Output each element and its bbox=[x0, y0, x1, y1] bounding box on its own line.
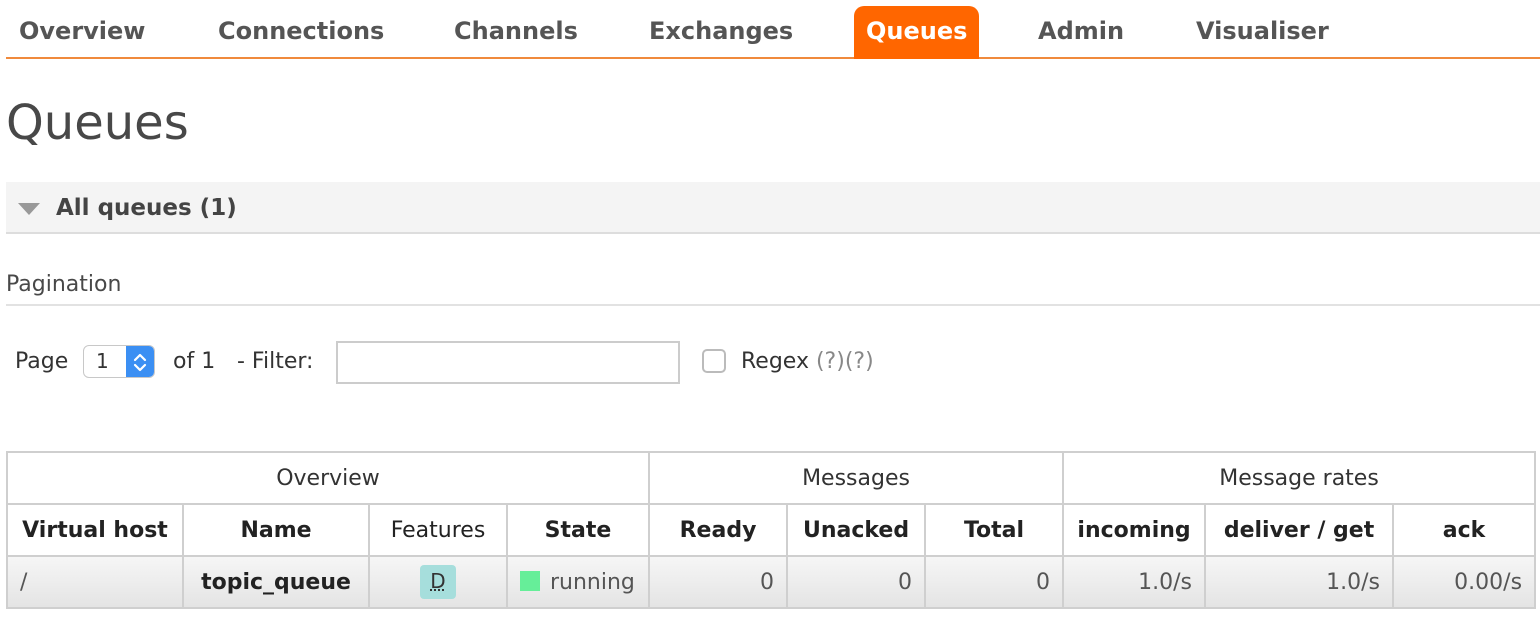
column-name[interactable]: Name bbox=[182, 503, 370, 557]
select-arrows-icon bbox=[126, 346, 154, 377]
column-total[interactable]: Total bbox=[924, 503, 1065, 557]
regex-help-link[interactable]: (?) bbox=[816, 349, 845, 374]
cell-ack: 0.00/s bbox=[1392, 555, 1537, 609]
cell-deliver-get: 1.0/s bbox=[1204, 555, 1395, 609]
all-queues-section-toggle[interactable]: All queues (1) bbox=[6, 182, 1540, 234]
column-features: Features bbox=[368, 503, 508, 557]
triangle-down-icon bbox=[18, 203, 40, 215]
column-ready[interactable]: Ready bbox=[648, 503, 789, 557]
cell-virtual-host: / bbox=[6, 555, 184, 609]
regex-option: Regex (?)(?) bbox=[741, 343, 874, 381]
cell-state: running bbox=[505, 555, 651, 609]
regex-help-link-2[interactable]: (?) bbox=[845, 349, 874, 374]
column-unacked[interactable]: Unacked bbox=[786, 503, 927, 557]
table-row: / topic_queue D running 0 0 0 1.0/s 1.0/… bbox=[6, 555, 1537, 609]
section-label: All queues (1) bbox=[56, 195, 237, 221]
state-indicator bbox=[520, 570, 540, 591]
cell-total: 0 bbox=[924, 555, 1065, 609]
page-select-value: 1 bbox=[96, 349, 109, 373]
top-nav: Overview Connections Channels Exchanges … bbox=[6, 0, 1540, 59]
filter-label: - Filter: bbox=[237, 349, 314, 374]
tab-channels[interactable]: Channels bbox=[442, 6, 590, 59]
regex-checkbox[interactable] bbox=[702, 349, 726, 373]
group-overview: Overview bbox=[5, 451, 651, 505]
cell-features: D bbox=[368, 555, 508, 609]
pagination-heading: Pagination bbox=[6, 266, 1540, 306]
page-count: of 1 bbox=[173, 349, 216, 374]
column-virtual-host[interactable]: Virtual host bbox=[6, 503, 184, 557]
page-title: Queues bbox=[6, 95, 189, 151]
cell-incoming: 1.0/s bbox=[1062, 555, 1207, 609]
queue-name-link[interactable]: topic_queue bbox=[182, 555, 370, 609]
column-state[interactable]: State bbox=[505, 503, 651, 557]
page-select[interactable]: 1 bbox=[83, 345, 155, 378]
queues-table: Overview Messages Message rates Virtual … bbox=[5, 451, 1537, 609]
tab-exchanges[interactable]: Exchanges bbox=[637, 6, 805, 59]
regex-label: Regex bbox=[741, 349, 809, 374]
group-message-rates: Message rates bbox=[1062, 451, 1537, 505]
tab-connections[interactable]: Connections bbox=[206, 6, 396, 59]
column-incoming[interactable]: incoming bbox=[1062, 503, 1207, 557]
tab-overview[interactable]: Overview bbox=[7, 6, 157, 59]
page-label: Page bbox=[15, 349, 69, 374]
tab-visualiser[interactable]: Visualiser bbox=[1184, 6, 1341, 59]
filter-input[interactable] bbox=[336, 341, 680, 384]
column-ack[interactable]: ack bbox=[1392, 503, 1537, 557]
column-deliver-get[interactable]: deliver / get bbox=[1204, 503, 1395, 557]
state-label: running bbox=[550, 569, 635, 595]
cell-ready: 0 bbox=[648, 555, 789, 609]
group-messages: Messages bbox=[648, 451, 1065, 505]
tab-admin[interactable]: Admin bbox=[1026, 6, 1136, 59]
tab-queues[interactable]: Queues bbox=[854, 6, 980, 59]
cell-unacked: 0 bbox=[786, 555, 927, 609]
durable-feature-badge[interactable]: D bbox=[420, 565, 456, 599]
